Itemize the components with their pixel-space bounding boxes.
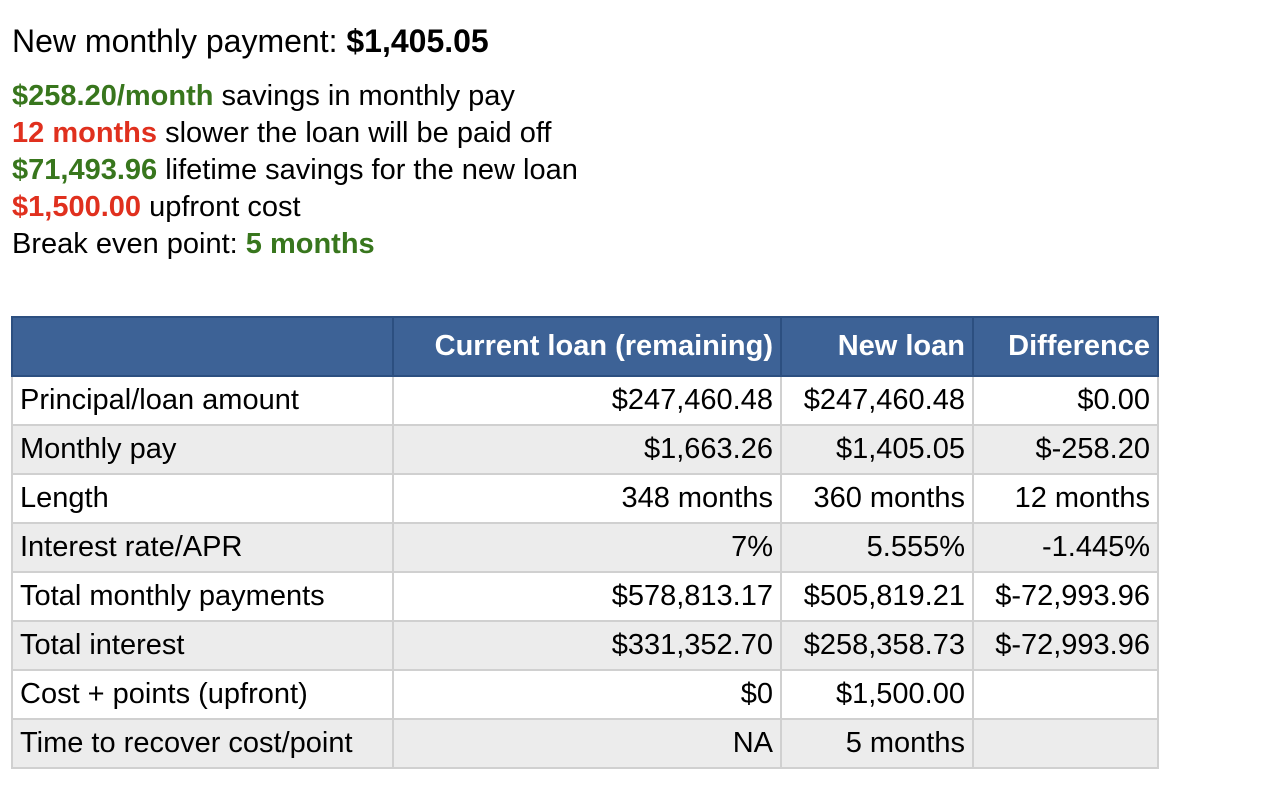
- row-label: Monthly pay: [11, 424, 394, 475]
- current-loan-cell: NA: [392, 718, 782, 769]
- table-row: Time to recover cost/point NA 5 months: [11, 718, 1159, 769]
- table-row: Total monthly payments $578,813.17 $505,…: [11, 571, 1159, 622]
- table-row: Total interest $331,352.70 $258,358.73 $…: [11, 620, 1159, 671]
- table-row: Length 348 months 360 months 12 months: [11, 473, 1159, 524]
- new-loan-cell: $1,500.00: [780, 669, 974, 720]
- break-even-label: Break even point:: [12, 228, 238, 260]
- break-even-value: 5 months: [245, 228, 375, 260]
- new-loan-cell: $247,460.48: [780, 375, 974, 426]
- table-row: Principal/loan amount $247,460.48 $247,4…: [11, 375, 1159, 426]
- new-monthly-payment-headline: New monthly payment: $1,405.05: [12, 22, 489, 60]
- row-label: Total interest: [11, 620, 394, 671]
- row-label: Cost + points (upfront): [11, 669, 394, 720]
- table-row: Interest rate/APR 7% 5.555% -1.445%: [11, 522, 1159, 573]
- current-loan-cell: $0: [392, 669, 782, 720]
- new-loan-cell: $1,405.05: [780, 424, 974, 475]
- difference-cell: $-72,993.96: [972, 571, 1159, 622]
- summary-text: savings in monthly pay: [221, 80, 515, 112]
- current-loan-cell: 348 months: [392, 473, 782, 524]
- column-header-new-loan: New loan: [780, 316, 974, 377]
- new-loan-cell: 5 months: [780, 718, 974, 769]
- column-header-difference: Difference: [972, 316, 1159, 377]
- current-loan-cell: $578,813.17: [392, 571, 782, 622]
- current-loan-cell: $247,460.48: [392, 375, 782, 426]
- summary-value: $71,493.96: [12, 154, 158, 186]
- difference-cell: $-258.20: [972, 424, 1159, 475]
- summary-line: $71,493.96 lifetime savings for the new …: [12, 152, 578, 189]
- summary-value: 12 months: [12, 117, 158, 149]
- new-loan-cell: 360 months: [780, 473, 974, 524]
- difference-cell: $-72,993.96: [972, 620, 1159, 671]
- row-label: Interest rate/APR: [11, 522, 394, 573]
- row-label: Time to recover cost/point: [11, 718, 394, 769]
- table-header-row: Current loan (remaining) New loan Differ…: [11, 316, 1159, 377]
- summary-text: slower the loan will be paid off: [165, 117, 552, 149]
- difference-cell: [972, 669, 1159, 720]
- difference-cell: $0.00: [972, 375, 1159, 426]
- difference-cell: -1.445%: [972, 522, 1159, 573]
- row-label: Length: [11, 473, 394, 524]
- loan-comparison-table: Current loan (remaining) New loan Differ…: [11, 316, 1159, 769]
- column-header-current-loan: Current loan (remaining): [392, 316, 782, 377]
- difference-cell: 12 months: [972, 473, 1159, 524]
- break-even-line: Break even point: 5 months: [12, 226, 578, 263]
- summary-value: $258.20/month: [12, 80, 214, 112]
- summary-value: $1,500.00: [12, 191, 142, 223]
- new-loan-cell: 5.555%: [780, 522, 974, 573]
- current-loan-cell: $331,352.70: [392, 620, 782, 671]
- headline-value: $1,405.05: [346, 23, 489, 59]
- current-loan-cell: 7%: [392, 522, 782, 573]
- headline-label: New monthly payment:: [12, 23, 338, 59]
- difference-cell: [972, 718, 1159, 769]
- row-label: Principal/loan amount: [11, 375, 394, 426]
- savings-summary: $258.20/month savings in monthly pay 12 …: [12, 78, 578, 263]
- summary-text: lifetime savings for the new loan: [165, 154, 578, 186]
- new-loan-cell: $505,819.21: [780, 571, 974, 622]
- table-row: Cost + points (upfront) $0 $1,500.00: [11, 669, 1159, 720]
- summary-text: upfront cost: [149, 191, 301, 223]
- summary-line: 12 months slower the loan will be paid o…: [12, 115, 578, 152]
- current-loan-cell: $1,663.26: [392, 424, 782, 475]
- column-header-blank: [11, 316, 394, 377]
- new-loan-cell: $258,358.73: [780, 620, 974, 671]
- summary-line: $1,500.00 upfront cost: [12, 189, 578, 226]
- summary-line: $258.20/month savings in monthly pay: [12, 78, 578, 115]
- table-row: Monthly pay $1,663.26 $1,405.05 $-258.20: [11, 424, 1159, 475]
- row-label: Total monthly payments: [11, 571, 394, 622]
